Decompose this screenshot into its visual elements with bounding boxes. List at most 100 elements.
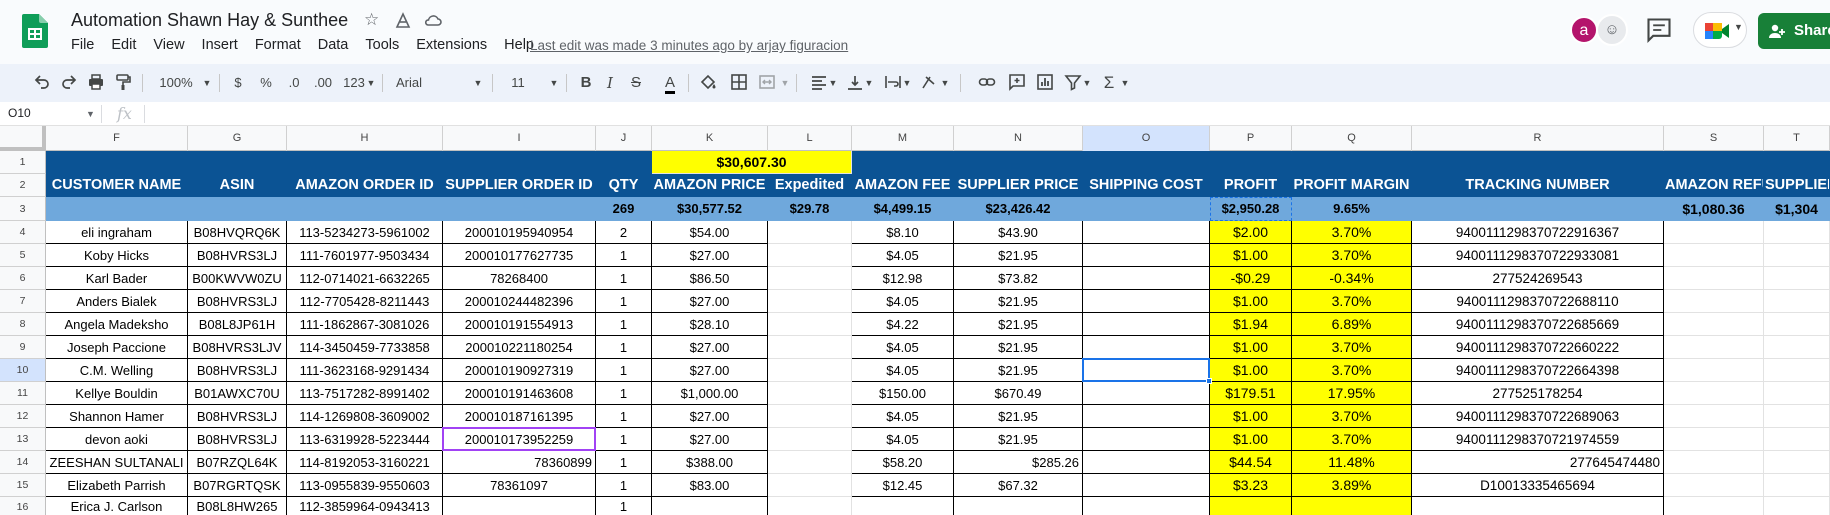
data-cell-i[interactable]: 200010190927319 [443,359,596,382]
data-cell-g[interactable]: B08HVRS3LJ [188,359,287,382]
data-cell-o[interactable] [1083,405,1210,428]
data-cell-p[interactable]: $44.54 [1210,451,1292,474]
column-header-l[interactable]: L [768,126,852,151]
total-cell-t[interactable]: $1,304 [1764,197,1830,221]
fill-handle[interactable] [1206,378,1212,384]
italic-icon[interactable]: I [602,73,618,93]
data-cell-o[interactable] [1083,359,1210,382]
data-cell-k[interactable]: $27.00 [652,428,768,451]
data-cell-o[interactable] [1083,244,1210,267]
data-cell-q[interactable]: 3.89% [1292,474,1412,497]
data-cell-j[interactable]: 1 [596,336,652,359]
name-box-dropdown-icon[interactable]: ▼ [86,109,95,119]
data-cell-q[interactable] [1292,497,1412,515]
header-band-cell[interactable] [46,151,188,174]
data-cell-s[interactable] [1664,290,1764,313]
data-cell-h[interactable]: 112-0714021-6632265 [287,267,443,290]
row-header-3[interactable]: 3 [0,197,46,221]
data-cell-l[interactable] [768,290,852,313]
column-header-p[interactable]: P [1210,126,1292,151]
row-header-16[interactable]: 16 [0,497,46,515]
data-cell-r[interactable]: 9400111298370722689063 [1412,405,1664,428]
data-cell-r[interactable]: 9400111298370722688110 [1412,290,1664,313]
data-cell-r[interactable]: 9400111298370722660222 [1412,336,1664,359]
data-cell-r[interactable]: 9400111298370722933081 [1412,244,1664,267]
data-cell-t[interactable] [1764,382,1830,405]
data-cell-m[interactable]: $58.20 [852,451,954,474]
undo-icon[interactable] [33,73,51,93]
data-cell-q[interactable]: 17.95% [1292,382,1412,405]
column-header-i[interactable]: I [443,126,596,151]
data-cell-h[interactable]: 114-8192053-3160221 [287,451,443,474]
customer-name-cell[interactable]: Shannon Hamer [46,405,188,428]
column-title-q[interactable]: PROFIT MARGIN [1292,174,1412,197]
data-cell-g[interactable]: B00KWVW0ZU [188,267,287,290]
customer-name-cell[interactable]: ZEESHAN SULTANALI [46,451,188,474]
data-cell-j[interactable]: 1 [596,474,652,497]
data-cell-s[interactable] [1664,221,1764,244]
customer-name-cell[interactable]: Koby Hicks [46,244,188,267]
data-cell-l[interactable] [768,313,852,336]
data-cell-p[interactable]: $1.00 [1210,336,1292,359]
formula-input[interactable] [152,105,1812,123]
data-cell-h[interactable]: 113-5234273-5961002 [287,221,443,244]
data-cell-p[interactable]: $2.00 [1210,221,1292,244]
data-cell-t[interactable] [1764,336,1830,359]
data-cell-g[interactable]: B08L8HW265 [188,497,287,515]
data-cell-s[interactable] [1664,336,1764,359]
data-cell-g[interactable]: B07RZQL64K [188,451,287,474]
data-cell-q[interactable]: 3.70% [1292,290,1412,313]
row-header-14[interactable]: 14 [0,451,46,474]
data-cell-j[interactable]: 1 [596,451,652,474]
data-cell-s[interactable] [1664,405,1764,428]
data-cell-i[interactable]: 200010191463608 [443,382,596,405]
column-header-o[interactable]: O [1083,126,1210,151]
data-cell-g[interactable]: B08HVRS3LJV [188,336,287,359]
select-all-corner[interactable] [0,126,46,151]
link-icon[interactable] [978,73,996,93]
borders-icon[interactable] [730,73,748,93]
redo-icon[interactable] [60,73,78,93]
data-cell-m[interactable] [852,497,954,515]
data-cell-m[interactable]: $4.05 [852,428,954,451]
data-cell-g[interactable]: B01AWXC70U [188,382,287,405]
column-title-i[interactable]: SUPPLIER ORDER ID [443,174,596,197]
data-cell-i[interactable]: 200010191554913 [443,313,596,336]
row-header-1[interactable]: 1 [0,151,46,174]
data-cell-m[interactable]: $4.22 [852,313,954,336]
data-cell-n[interactable]: $21.95 [954,313,1083,336]
comment-icon[interactable] [1008,73,1026,93]
row-header-4[interactable]: 4 [0,221,46,244]
data-cell-j[interactable]: 2 [596,221,652,244]
align-dropdown-icon[interactable]: ▼ [828,73,838,93]
data-cell-m[interactable]: $12.45 [852,474,954,497]
column-header-g[interactable]: G [188,126,287,151]
total-cell-j[interactable]: 269 [596,197,652,221]
data-cell-j[interactable]: 1 [596,382,652,405]
move-to-drive-icon[interactable] [393,11,413,29]
column-title-r[interactable]: TRACKING NUMBER [1412,174,1664,197]
total-cell-o[interactable] [1083,197,1210,221]
fill-color-icon[interactable] [699,73,717,93]
data-cell-h[interactable]: 111-3623168-9291434 [287,359,443,382]
data-cell-n[interactable]: $21.95 [954,244,1083,267]
data-cell-j[interactable]: 1 [596,359,652,382]
data-cell-q[interactable]: 11.48% [1292,451,1412,474]
data-cell-g[interactable]: B08HVRS3LJ [188,244,287,267]
data-cell-q[interactable]: 3.70% [1292,336,1412,359]
meet-button[interactable]: ▼ [1693,12,1747,48]
data-cell-i[interactable]: 78360899 [443,451,596,474]
row-header-8[interactable]: 8 [0,313,46,336]
data-cell-l[interactable] [768,428,852,451]
data-cell-k[interactable]: $86.50 [652,267,768,290]
column-title-g[interactable]: ASIN [188,174,287,197]
bold-icon[interactable]: B [578,73,594,93]
data-cell-o[interactable] [1083,221,1210,244]
header-band-cell[interactable] [852,151,954,174]
filter-dropdown-icon[interactable]: ▼ [1082,73,1092,93]
header-band-cell[interactable] [443,151,596,174]
number-format-dropdown-icon[interactable]: ▼ [366,73,376,93]
data-cell-r[interactable]: 9400111298370721974559 [1412,428,1664,451]
data-cell-j[interactable]: 1 [596,313,652,336]
row-header-5[interactable]: 5 [0,244,46,267]
